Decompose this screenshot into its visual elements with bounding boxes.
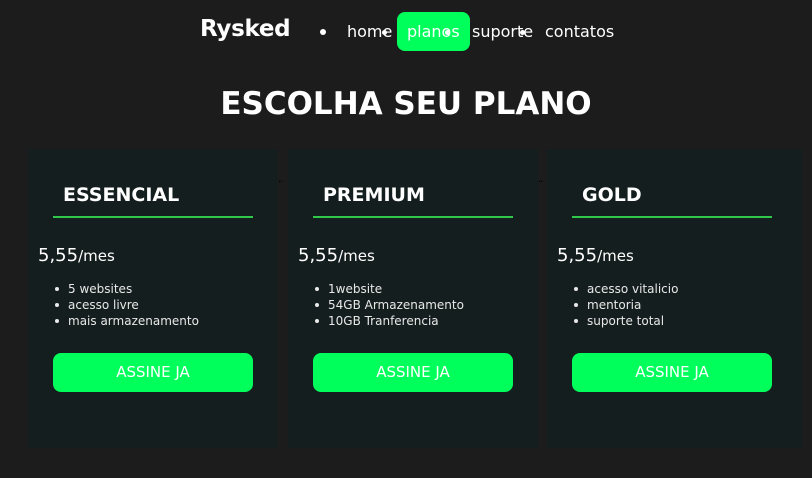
price-period: /mes [78,247,115,265]
feature-list: 5 websites acesso livre mais armazenamen… [53,281,199,329]
plan-name: ESSENCIAL [63,184,180,206]
title-divider [53,216,253,218]
price-period: /mes [338,247,375,265]
price-period: /mes [597,247,634,265]
list-item: acesso livre [53,297,199,313]
plan-price: 5,55/mes [298,245,375,266]
subscribe-button[interactable]: ASSINE JA [572,353,772,392]
subscribe-button[interactable]: ASSINE JA [313,353,513,392]
title-divider [313,216,513,218]
subscribe-button[interactable]: ASSINE JA [53,353,253,392]
plan-name: PREMIUM [323,184,425,206]
separator-dots: .. [278,174,283,185]
nav-bullet-icon [320,29,326,35]
list-item: acesso vitalicio [572,281,678,297]
nav-link-contatos[interactable]: contatos [545,12,614,51]
separator-dots: .. [538,174,543,185]
list-item: 1website [313,281,464,297]
pricing-page: Rysked home planos suporte contatos ESCO… [0,0,812,478]
list-item: suporte total [572,313,678,329]
nav-link-planos[interactable]: planos [397,12,470,51]
nav-dot-icon [382,30,387,35]
list-item: mais armazenamento [53,313,199,329]
page-title: ESCOLHA SEU PLANO [220,86,592,122]
plan-card-premium: PREMIUM 5,55/mes 1website 54GB Armazenam… [288,149,538,448]
title-divider [572,216,772,218]
nav-dot-icon [445,30,450,35]
plan-price: 5,55/mes [38,245,115,266]
brand-logo[interactable]: Rysked [200,16,291,42]
price-value: 5,55 [557,245,598,266]
plan-card-essencial: ESSENCIAL 5,55/mes 5 websites acesso liv… [28,149,278,448]
list-item: mentoria [572,297,678,313]
feature-list: 1website 54GB Armazenamento 10GB Tranfer… [313,281,464,329]
price-value: 5,55 [38,245,79,266]
feature-list: acesso vitalicio mentoria suporte total [572,281,678,329]
nav-dot-icon [520,30,525,35]
plan-price: 5,55/mes [557,245,634,266]
plan-name: GOLD [582,184,642,206]
list-item: 10GB Tranferencia [313,313,464,329]
price-value: 5,55 [298,245,339,266]
list-item: 54GB Armazenamento [313,297,464,313]
plan-card-gold: GOLD 5,55/mes acesso vitalicio mentoria … [547,149,802,448]
list-item: 5 websites [53,281,199,297]
